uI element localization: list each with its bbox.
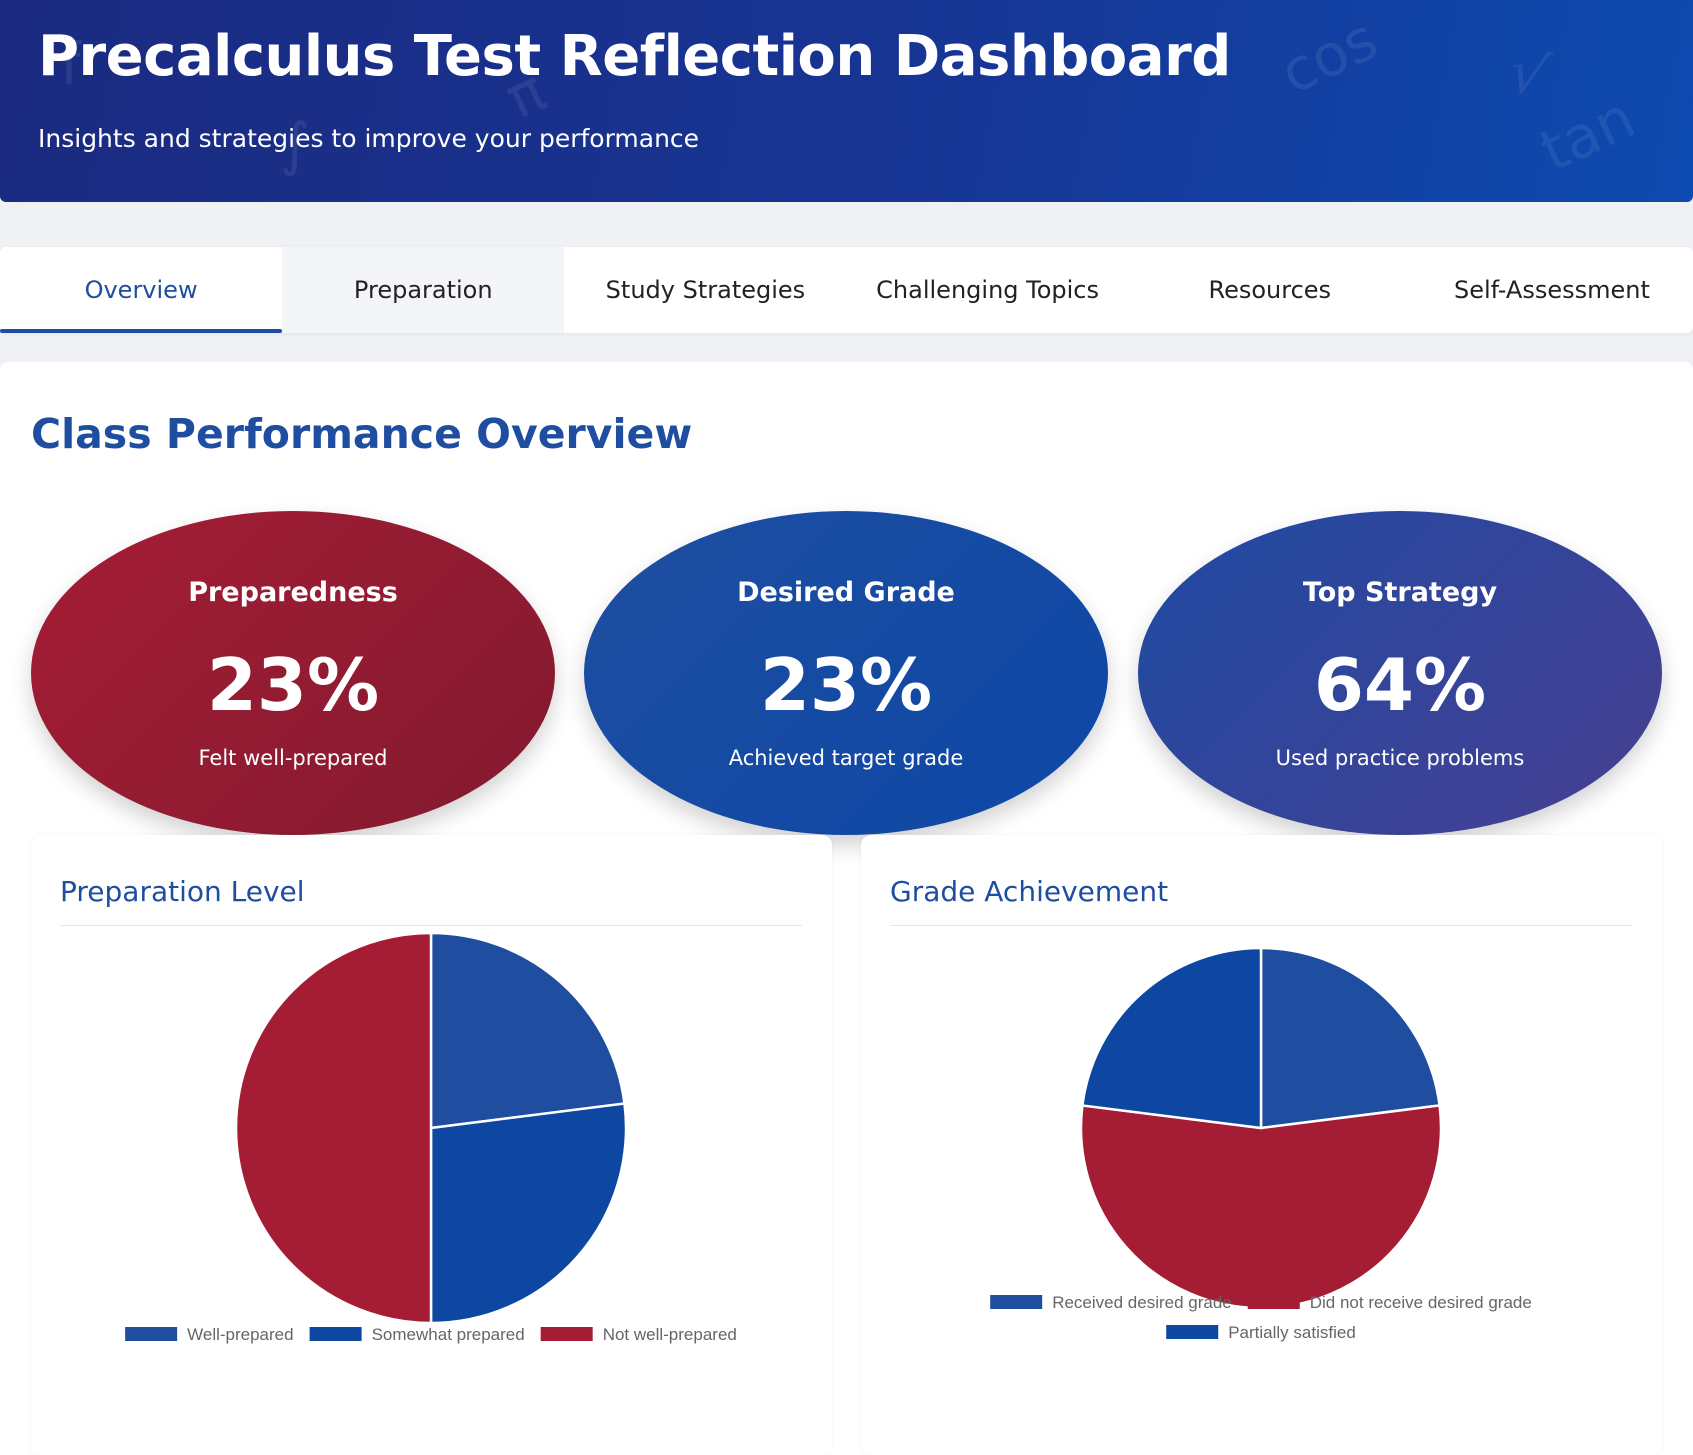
legend-label[interactable]: Well-prepared (187, 1325, 293, 1344)
legend-swatch[interactable] (1166, 1325, 1219, 1339)
stat-value: 64% (1313, 643, 1487, 727)
section-title: Class Performance Overview (31, 410, 693, 458)
tab-study-strategies[interactable]: Study Strategies (564, 247, 846, 333)
stat-value: 23% (206, 643, 380, 727)
stat-value: 23% (759, 643, 933, 727)
legend-label[interactable]: Not well-prepared (603, 1325, 737, 1344)
legend-swatch[interactable] (309, 1327, 362, 1341)
pie-slice-not-well-prepared[interactable] (234, 931, 433, 1325)
tab-self-assessment[interactable]: Self-Assessment (1411, 247, 1693, 333)
tab-preparation[interactable]: Preparation (282, 247, 565, 333)
legend-label[interactable]: Received desired grade (1052, 1293, 1232, 1312)
preparation-pie-chart: Well-prepared Somewhat prepared Not well-p… (125, 931, 737, 1344)
tab-challenging-topics[interactable]: Challenging Topics (847, 247, 1129, 333)
stat-card-preparedness: Preparedness 23% Felt well-prepared (31, 511, 555, 835)
stat-label: Desired Grade (737, 577, 955, 608)
page-subtitle: Insights and strategies to improve your … (38, 124, 700, 153)
tab-overview[interactable]: Overview (0, 247, 283, 333)
legend-label[interactable]: Did not receive desired grade (1310, 1293, 1532, 1312)
stat-label: Preparedness (188, 577, 398, 608)
legend-swatch[interactable] (1247, 1295, 1300, 1309)
stat-card-desired-grade: Desired Grade 23% Achieved target grade (584, 511, 1108, 835)
legend-swatch[interactable] (990, 1295, 1043, 1309)
dashboard-page: f π cos √ tan ∫ Precalculus Test Reflect… (0, 0, 1693, 1455)
header-banner: f π cos √ tan ∫ Precalculus Test Reflect… (0, 0, 1693, 202)
stat-caption: Used practice problems (1275, 746, 1525, 770)
stat-caption: Felt well-prepared (198, 746, 388, 770)
pie-slice-partially-satisfied[interactable] (1081, 946, 1263, 1130)
stat-label: Top Strategy (1302, 577, 1498, 608)
pie-slice-received-desired-grade[interactable] (1259, 946, 1441, 1130)
tab-resources[interactable]: Resources (1129, 247, 1411, 333)
pie-slice-did-not-receive-desired-grade[interactable] (1079, 1104, 1443, 1310)
pie-slice-somewhat-prepared[interactable] (429, 1102, 628, 1325)
math-symbol-decoration: cos (1270, 4, 1388, 108)
stat-card-top-strategy: Top Strategy 64% Used practice problems (1138, 511, 1662, 835)
math-symbol-decoration: tan (1530, 83, 1645, 185)
math-symbol-decoration: √ (1501, 36, 1556, 112)
overview-panel: Class Performance Overview Preparedness … (0, 362, 1693, 1455)
tab-bar: Overview Preparation Study Strategies Ch… (0, 247, 1693, 333)
grade-pie-chart: Received desired grade Did not receive de… (990, 946, 1532, 1342)
legend-swatch[interactable] (540, 1327, 593, 1341)
page-title: Precalculus Test Reflection Dashboard (38, 24, 1231, 89)
legend-label[interactable]: Partially satisfied (1228, 1323, 1356, 1342)
grade-achievement-card: Grade Achievement Received desired grade… (861, 835, 1662, 1455)
pie-slice-well-prepared[interactable] (429, 931, 626, 1130)
legend-swatch[interactable] (125, 1327, 178, 1341)
preparation-level-card: Preparation Level Well-prepared Somewhat … (31, 835, 832, 1455)
stat-caption: Achieved target grade (728, 746, 964, 770)
legend-label[interactable]: Somewhat prepared (372, 1325, 525, 1344)
